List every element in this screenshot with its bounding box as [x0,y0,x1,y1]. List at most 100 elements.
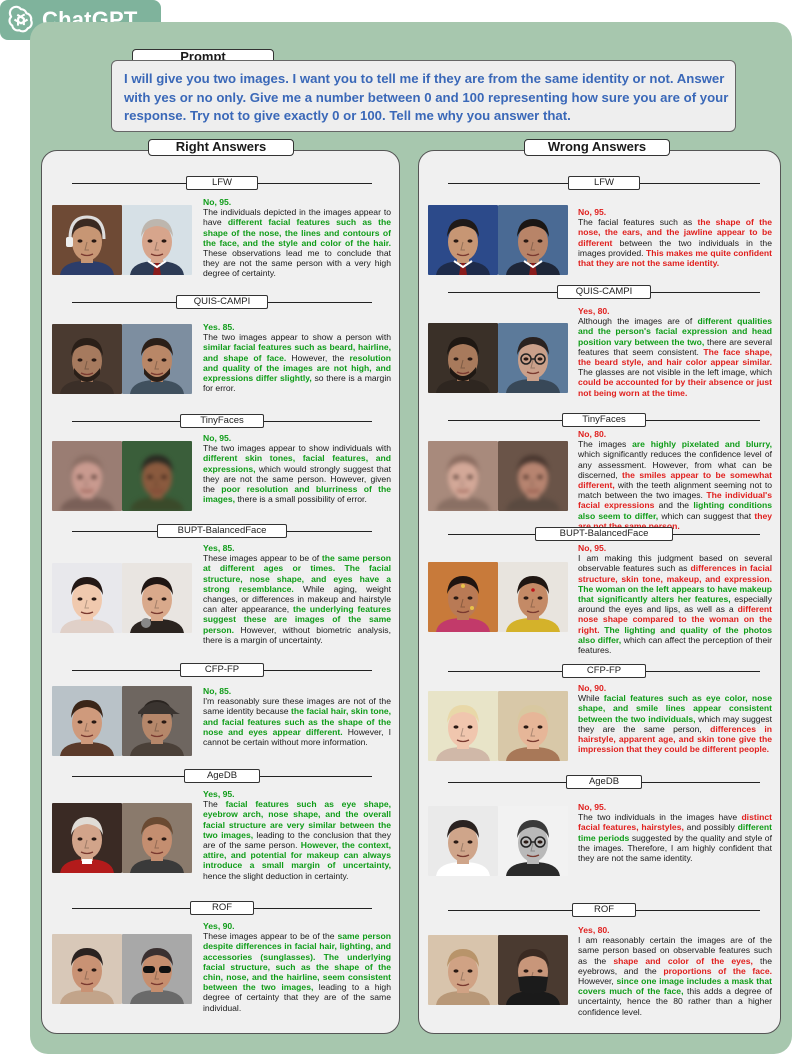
answer-verdict: No, 95. [578,543,607,553]
answer-explanation: Although the images are of different qua… [578,316,772,398]
answer-explanation: These images appear to be of the same pe… [203,553,391,645]
explanation-text: The [203,799,226,810]
explanation-text: which can suggest that [658,510,755,521]
answer-verdict: Yes, 80. [578,306,610,316]
answer-explanation: I am making this judgment based on sever… [578,553,772,655]
dataset-label: AgeDB [184,769,260,783]
model-answer: Yes, 85. These images appear to be of the… [203,543,391,645]
face-image-right [122,324,192,394]
model-answer: No, 85. I'm reasonably sure these images … [203,686,391,747]
answer-explanation: I'm reasonably sure these images are not… [203,696,391,747]
answer-explanation: The two images appear to show a person w… [203,332,391,393]
answer-verdict: No, 95. [578,802,607,812]
explanation-text: and possibly [683,822,738,833]
model-answer: No, 80. The images are highly pixelated a… [578,429,772,531]
explanation-text: Although the images are of [578,316,698,327]
answer-verdict: No, 90. [578,683,607,693]
explanation-text: These images appear to be of the [203,931,338,942]
dataset-label: TinyFaces [562,413,646,427]
model-answer: No, 95. The facial features such as the s… [578,207,772,268]
highlight-incorrect: proportions of the face. [663,965,772,976]
explanation-text: The two individuals in the images have [578,812,742,823]
face-image-left [52,563,122,633]
face-image-left [52,441,122,511]
face-image-right [498,562,568,632]
explanation-text: These images appear to be of [203,553,322,564]
answer-explanation: The two images appear to show individual… [203,443,391,504]
face-image-right [498,691,568,761]
model-answer: No, 95. The two individuals in the images… [578,802,772,863]
dataset-label: LFW [186,176,258,190]
dataset-label: QUIS-CAMPI [557,285,651,299]
highlight-incorrect: could be accounted for by their absence … [578,377,772,398]
model-answer: No, 90. While facial features such as eye… [578,683,772,754]
explanation-text: The facial features such as [578,217,698,228]
face-image-left [428,441,498,511]
answer-explanation: The facial features such as eye shape, e… [203,799,391,881]
model-answer: No, 95. The two images appear to show ind… [203,433,391,504]
answer-verdict: No, 95. [203,433,232,443]
explanation-text: The two images appear to show individual… [203,443,391,454]
face-image-left [428,323,498,393]
face-image-right [122,441,192,511]
face-image-right [498,806,568,876]
face-image-right [122,934,192,1004]
explanation-text: The two images appear to show a person w… [203,332,391,343]
answer-explanation: I am reasonably certain the images are o… [578,935,772,1017]
right-answers-title: Right Answers [148,139,294,156]
explanation-text: However, [578,976,617,987]
prompt-text: I will give you two images. I want you t… [124,71,729,123]
answer-verdict: Yes, 80. [578,925,610,935]
face-image-right [122,563,192,633]
dataset-label: AgeDB [566,775,642,789]
dataset-label: QUIS-CAMPI [176,295,268,309]
model-answer: Yes, 80. I am reasonably certain the imag… [578,925,772,1017]
explanation-text: However, the [286,352,350,363]
explanation-text: These observations lead me to conclude t… [203,248,391,279]
explanation-text: and the [654,500,694,511]
face-image-right [122,686,192,756]
face-image-left [52,324,122,394]
dataset-label: LFW [568,176,640,190]
face-image-right [498,441,568,511]
face-image-left [428,935,498,1005]
face-image-left [52,686,122,756]
answer-verdict: Yes, 95. [203,789,235,799]
explanation-text: While [578,693,604,704]
wrong-answers-title: Wrong Answers [524,139,670,156]
answer-verdict: Yes, 85. [203,543,235,553]
model-answer: Yes, 90. These images appear to be of the… [203,921,391,1013]
face-image-right [498,205,568,275]
answer-verdict: No, 95. [203,197,232,207]
face-image-right [498,323,568,393]
explanation-text: The glasses are not visible in the left … [578,367,772,378]
highlight-correct: are highly pixelated and blurry, [632,439,772,450]
answer-explanation: The individuals depicted in the images a… [203,207,391,278]
face-image-left [428,806,498,876]
explanation-text: hence the slight deduction in certainty. [203,870,349,881]
dataset-label: ROF [572,903,636,917]
explanation-text: there is a small possibility of error. [235,494,367,505]
dataset-label: CFP-FP [562,664,646,678]
face-image-left [428,691,498,761]
face-image-left [52,205,122,275]
model-answer: No, 95. I am making this judgment based o… [578,543,772,655]
answer-explanation: These images appear to be of the same pe… [203,931,391,1013]
dataset-label: ROF [190,901,254,915]
answer-explanation: While facial features such as eye color,… [578,693,772,754]
dataset-label: BUPT-BalancedFace [157,524,287,538]
face-image-left [428,205,498,275]
highlight-incorrect: shape and color of the eyes, [613,955,753,966]
face-image-right [122,205,192,275]
answer-verdict: No, 95. [578,207,607,217]
face-image-left [52,934,122,1004]
face-image-left [428,562,498,632]
answer-explanation: The images are highly pixelated and blur… [578,439,772,531]
face-image-left [52,803,122,873]
answer-explanation: The two individuals in the images have d… [578,812,772,863]
answer-verdict: No, 85. [203,686,232,696]
wrong-answers-title-text: Wrong Answers [547,139,647,154]
model-answer: No, 95. The individuals depicted in the i… [203,197,391,279]
face-image-right [122,803,192,873]
face-image-right [498,935,568,1005]
